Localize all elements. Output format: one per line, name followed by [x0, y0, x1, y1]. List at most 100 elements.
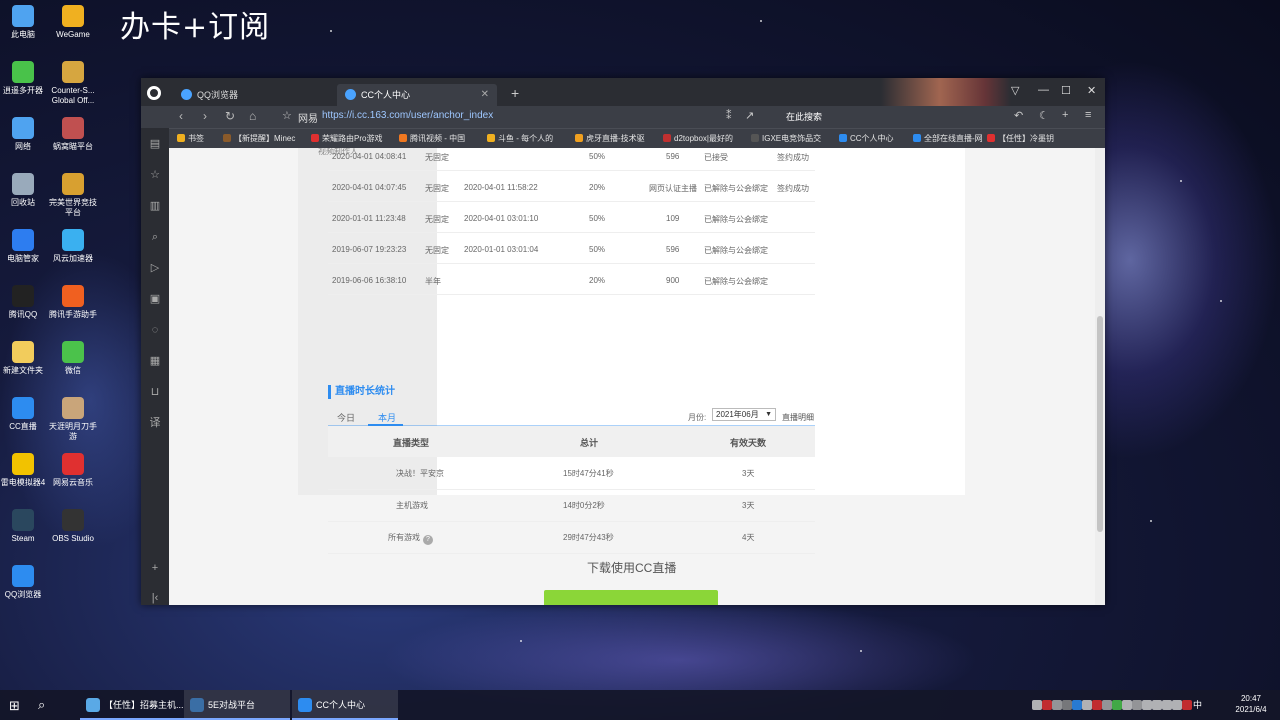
desktop-icon[interactable]: 腾讯手游助手 [47, 285, 99, 320]
app-tray-icon[interactable] [1122, 700, 1132, 710]
sidebar-vip-icon[interactable]: ▣ [149, 293, 161, 305]
app-tray-icon[interactable] [1062, 700, 1072, 710]
live-detail-link[interactable]: 直播明细 [782, 412, 814, 423]
desktop-icon[interactable]: QQ浏览器 [0, 565, 49, 600]
tab-close-icon[interactable]: ✕ [481, 84, 489, 106]
sidebar-video-icon[interactable]: ▷ [149, 262, 161, 274]
bookmark-item[interactable]: 【新提醒】Minec [223, 133, 295, 144]
desktop-icon[interactable]: Steam [0, 509, 49, 544]
taskbar-search-icon[interactable]: ⌕ [38, 697, 45, 713]
add-icon[interactable]: + [1062, 109, 1068, 121]
home-icon[interactable]: ⌂ [249, 109, 256, 123]
qq-browser-logo-icon[interactable] [147, 86, 161, 100]
url-input[interactable]: https://i.cc.163.com/user/anchor_index [322, 110, 493, 121]
desktop-icon[interactable]: 天涯明月刀手游 [47, 397, 99, 442]
desktop-icon[interactable]: 腾讯QQ [0, 285, 49, 320]
new-tab-button[interactable]: + [511, 85, 519, 101]
night-mode-icon[interactable]: ☾ [1039, 109, 1049, 122]
windows-start-icon[interactable]: ⊞ [9, 698, 20, 714]
taskbar-item[interactable]: 【任性】招募主机... [80, 690, 186, 720]
bookmark-item[interactable]: d2topbox|最好的 [663, 133, 733, 144]
sidebar-list-icon[interactable]: ▤ [149, 138, 161, 150]
desktop-icon[interactable]: 雷电模拟器4 [0, 453, 49, 488]
app-tray-icon[interactable] [1102, 700, 1112, 710]
network-tray-icon[interactable] [1162, 700, 1172, 710]
app-tray-icon[interactable] [1132, 700, 1142, 710]
sidebar-chat-icon[interactable]: ◌ [149, 324, 161, 336]
bookmark-star-icon[interactable]: ☆ [282, 109, 292, 122]
desktop-icon[interactable]: WeGame [47, 5, 99, 40]
desktop-icon[interactable]: 网易云音乐 [47, 453, 99, 488]
sidebar-favorite-icon[interactable]: ☆ [149, 169, 161, 181]
sidebar-bag-icon[interactable]: ▦ [149, 355, 161, 367]
ime-indicator[interactable]: 中 [1193, 698, 1202, 711]
taskbar-item[interactable]: 5E对战平台 [184, 690, 290, 720]
sidebar-add-icon[interactable]: + [149, 562, 161, 574]
desktop-icon[interactable]: 微信 [47, 341, 99, 376]
sidebar-collapse-icon[interactable]: |‹ [149, 592, 161, 604]
input-icon[interactable] [1032, 700, 1042, 710]
search-input[interactable]: 在此搜索 [786, 110, 822, 123]
volume-icon[interactable] [1172, 700, 1182, 710]
wechat-tray-icon[interactable] [1112, 700, 1122, 710]
help-icon[interactable]: ? [423, 535, 433, 545]
maximize-button[interactable]: ☐ [1061, 84, 1071, 97]
tab-this-month[interactable]: 本月 [378, 411, 396, 424]
bookmark-label: 【新提醒】Minec [234, 134, 296, 143]
app-tray-icon[interactable] [1052, 700, 1062, 710]
microphone-icon[interactable] [1152, 700, 1162, 710]
forward-icon[interactable]: › [203, 109, 207, 123]
desktop-icon[interactable]: Counter-S... Global Off... [47, 61, 99, 106]
sidebar-cart-icon[interactable]: ⊔ [149, 386, 161, 398]
bookmark-item[interactable]: 全部在线直播-网 [913, 133, 983, 144]
desktop-icon[interactable]: 逍遥多开器 [0, 61, 49, 96]
scroll-thumb[interactable] [1097, 316, 1103, 532]
refresh-icon[interactable]: ↻ [225, 109, 235, 123]
month-select[interactable]: 2021年06月 ▼ [712, 408, 776, 421]
bookmark-item[interactable]: 斗鱼 - 每个人的 [487, 133, 553, 144]
bookmark-item[interactable]: CC个人中心 [839, 133, 894, 144]
bookmark-item[interactable]: 虎牙直播-技术驱 [575, 133, 645, 144]
download-button[interactable] [544, 590, 718, 605]
app-tray-icon[interactable] [1142, 700, 1152, 710]
cc-live-icon [12, 397, 34, 419]
sidebar-search-icon[interactable]: ⌕ [149, 231, 161, 243]
taskbar-item[interactable]: CC个人中心 [292, 690, 398, 720]
desktop-icon[interactable]: CC直播 [0, 397, 49, 432]
tab-cc-center[interactable]: CC个人中心 ✕ [337, 84, 497, 106]
sidebar-book-icon[interactable]: ▥ [149, 200, 161, 212]
desktop-icon[interactable]: 回收站 [0, 173, 49, 208]
bookmark-item[interactable]: 荣耀路由Pro游戏 [311, 133, 382, 144]
sidebar-translate-icon[interactable]: 译 [149, 417, 161, 429]
app-tray-icon[interactable] [1042, 700, 1052, 710]
desktop-icon[interactable]: OBS Studio [47, 509, 99, 544]
live-type-cell: 决战！平安京 [396, 468, 444, 479]
clock[interactable]: 20:47 2021/6/4 [1229, 693, 1273, 715]
app-tray-icon[interactable] [1072, 700, 1082, 710]
page-scrollbar[interactable] [1095, 148, 1105, 605]
desktop-icon[interactable]: 新建文件夹 [0, 341, 49, 376]
bookmark-item[interactable]: 腾讯视频 - 中国 [399, 133, 465, 144]
bookmark-item[interactable]: 【任性】冷墨钥 [987, 133, 1054, 144]
share-icon[interactable]: ↗ [745, 109, 754, 122]
desktop-icon[interactable]: 完美世界竞技平台 [47, 173, 99, 218]
menu-icon[interactable]: ≡ [1085, 109, 1091, 121]
antivirus-tray-icon[interactable] [1182, 700, 1192, 710]
desktop-icon[interactable]: 蜗窝瞄平台 [47, 117, 99, 152]
bookmark-item[interactable]: IGXE电竞饰品交 [751, 133, 821, 144]
skin-icon[interactable]: ▽ [1011, 84, 1019, 97]
undo-icon[interactable]: ↶ [1014, 109, 1023, 122]
desktop-icon[interactable]: 风云加速器 [47, 229, 99, 264]
desktop-icon[interactable]: 网络 [0, 117, 49, 152]
back-icon[interactable]: ‹ [179, 109, 183, 123]
app-tray-icon[interactable] [1082, 700, 1092, 710]
minimize-button[interactable]: — [1038, 84, 1049, 96]
pin-icon[interactable]: ⁑ [726, 109, 732, 122]
desktop-icon[interactable]: 电脑管家 [0, 229, 49, 264]
tab-today[interactable]: 今日 [337, 411, 355, 424]
bookmark-item[interactable]: 书签 [177, 133, 204, 144]
app-tray-icon[interactable] [1092, 700, 1102, 710]
tab-qq-browser[interactable]: QQ浏览器 [173, 84, 333, 106]
close-button[interactable]: ✕ [1087, 84, 1096, 97]
desktop-icon[interactable]: 此电脑 [0, 5, 49, 40]
